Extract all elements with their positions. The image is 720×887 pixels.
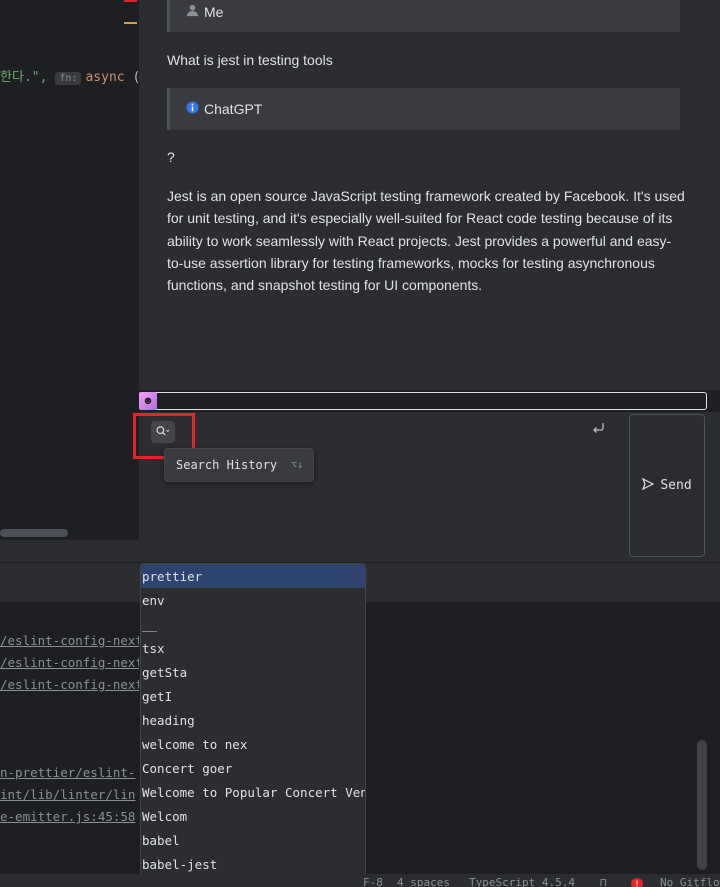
history-item[interactable]: env <box>141 588 365 612</box>
chat-panel: Me What is jest in testing tools ChatGPT… <box>139 0 720 390</box>
history-item[interactable]: babel-jest <box>141 852 365 876</box>
history-item[interactable]: Welcom <box>141 804 365 828</box>
code-editor[interactable]: 한다.", fn: async ( <box>0 0 140 540</box>
vertical-scrollbar[interactable] <box>697 740 707 870</box>
tooltip-shortcut: ⌥↓ <box>291 459 304 471</box>
error-indicator-icon[interactable]: ! <box>631 878 643 887</box>
history-item[interactable]: prettier <box>141 564 365 588</box>
history-item[interactable]: tsx <box>141 636 365 660</box>
message-text: What is jest in testing tools <box>167 52 333 68</box>
person-icon <box>186 4 199 20</box>
history-item[interactable]: Concert goer <box>141 756 365 780</box>
status-bar: F-8 4 spaces TypeScript 4.5.4 ⊓ No Gitfl… <box>0 874 720 887</box>
tooltip-label: Search History <box>176 458 278 472</box>
message-header-me: Me <box>167 0 680 32</box>
message-header-chatgpt: ChatGPT <box>167 88 680 130</box>
terminal-line[interactable]: /eslint-config-next <box>0 655 139 670</box>
search-history-button[interactable] <box>151 421 175 443</box>
status-indent[interactable]: 4 spaces <box>397 876 450 887</box>
gutter-change-marker <box>124 0 137 2</box>
status-vcs[interactable]: No Gitflow <box>660 876 720 887</box>
terminal-line[interactable]: n-prettier/eslint- <box>0 765 139 780</box>
code-line: 한다.", fn: async ( <box>0 66 140 85</box>
scrollbar-thumb[interactable] <box>0 529 68 537</box>
history-item[interactable]: getSta <box>141 660 365 684</box>
history-item[interactable]: __ <box>141 612 365 636</box>
info-icon <box>186 101 199 117</box>
send-button[interactable]: Send <box>629 414 705 557</box>
search-history-dropdown[interactable]: prettier env __ tsx getSta getI heading … <box>140 563 366 885</box>
history-item[interactable]: heading <box>141 708 365 732</box>
message-text: ? <box>167 149 175 165</box>
message-role: ChatGPT <box>204 101 263 117</box>
terminal-line[interactable]: /eslint-config-next <box>0 677 139 692</box>
lock-icon: ⊓ <box>600 876 607 887</box>
search-history-tooltip: Search History ⌥↓ <box>164 448 314 482</box>
gutter-change-marker <box>124 22 137 24</box>
terminal-line[interactable]: /eslint-config-next <box>0 633 139 648</box>
message-role: Me <box>204 4 224 20</box>
send-label: Send <box>660 478 692 493</box>
inlay-hint: fn: <box>55 72 82 85</box>
terminal-line[interactable]: e-emitter.js:45:58 <box>0 809 139 824</box>
status-encoding[interactable]: F-8 <box>363 876 383 887</box>
message-text: Jest is an open source JavaScript testin… <box>167 188 685 294</box>
history-item[interactable]: Welcome to Popular Concert Venues <box>141 780 365 804</box>
history-item[interactable]: getI <box>141 684 365 708</box>
editor-footer <box>0 540 139 562</box>
status-language[interactable]: TypeScript 4.5.4 <box>469 876 575 887</box>
horizontal-scrollbar[interactable] <box>0 526 139 540</box>
send-icon <box>642 477 655 493</box>
search-icon <box>156 425 170 440</box>
plugin-avatar-icon: ☻ <box>139 392 157 410</box>
chat-input[interactable] <box>139 392 707 410</box>
code-keyword: async <box>85 70 125 85</box>
history-item[interactable]: babel <box>141 828 365 852</box>
chat-input-panel: Search History ⌥↓ Send <box>133 412 720 562</box>
code-string: 한다.", <box>0 70 48 85</box>
soft-wrap-icon[interactable] <box>591 421 606 439</box>
terminal-line[interactable]: int/lib/linter/lin <box>0 787 139 802</box>
history-item[interactable]: welcome to nex <box>141 732 365 756</box>
